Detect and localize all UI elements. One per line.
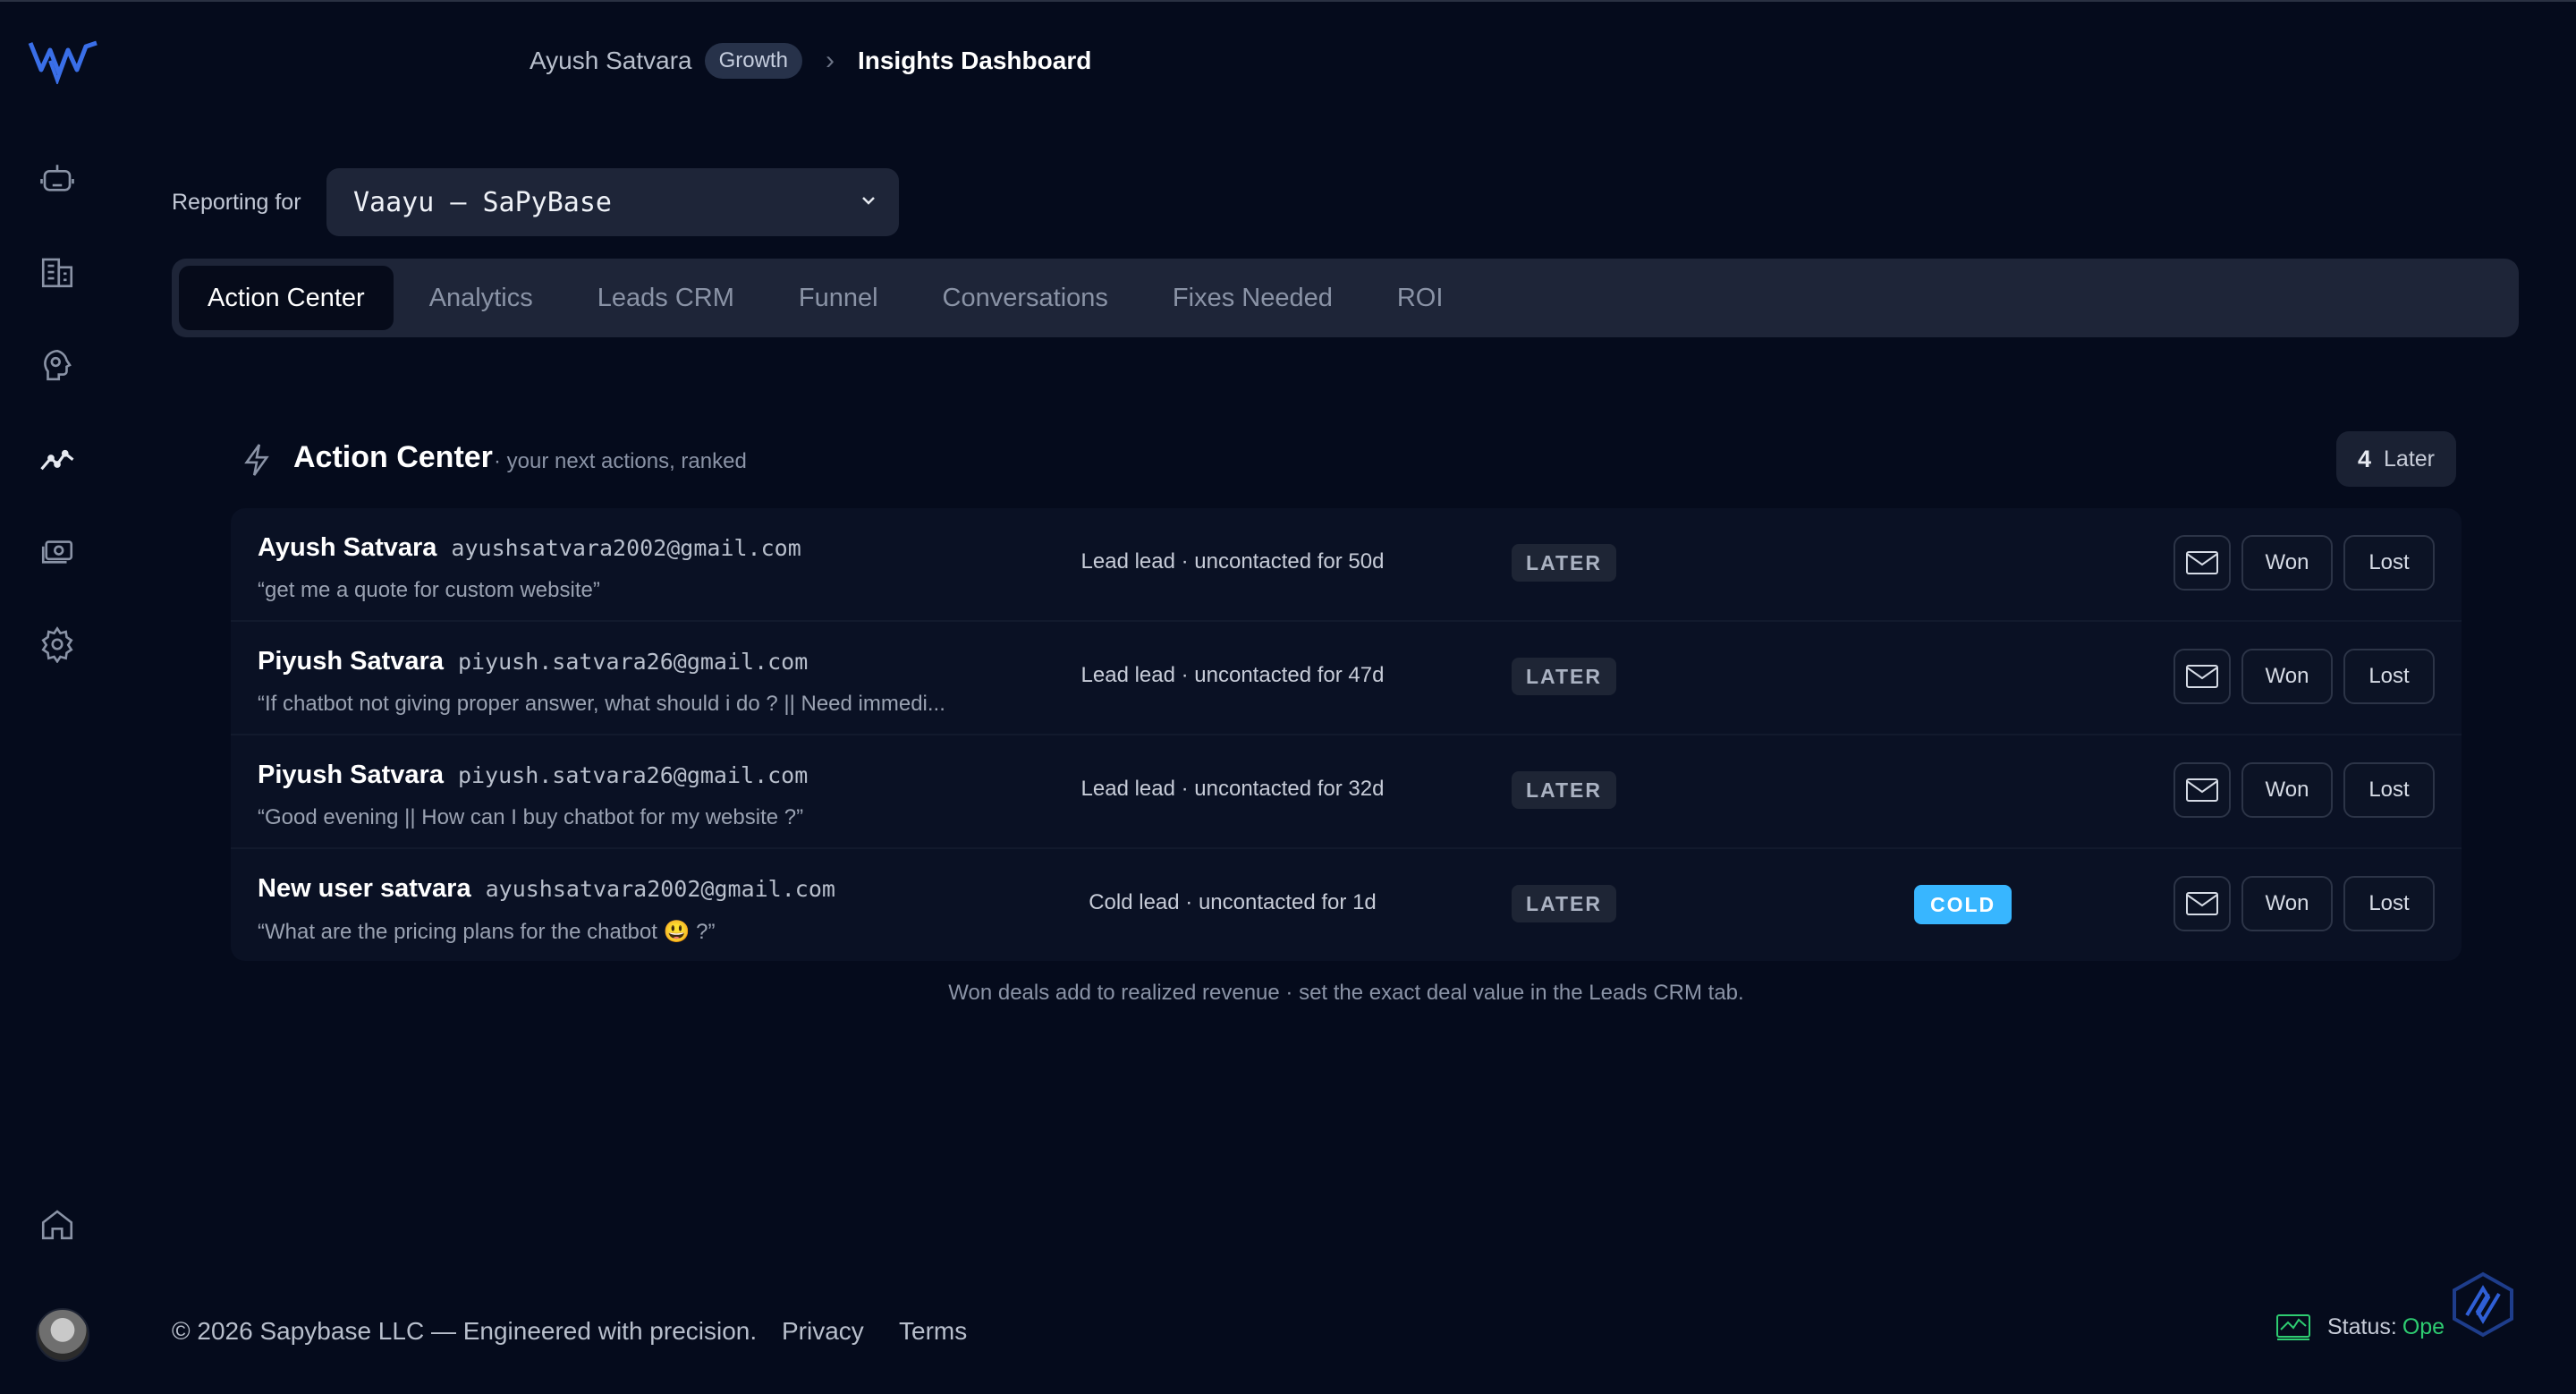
- tab-roi[interactable]: ROI: [1368, 266, 1472, 330]
- won-button[interactable]: Won: [2241, 876, 2333, 931]
- mail-icon: [2186, 665, 2218, 688]
- page-title: Insights Dashboard: [857, 47, 1092, 74]
- lost-button[interactable]: Lost: [2343, 876, 2435, 931]
- action-center-title: Action Center: [293, 440, 493, 474]
- chevron-down-icon: [862, 197, 875, 205]
- settings-icon[interactable]: [34, 621, 80, 667]
- lead-name: Ayush Satvara: [258, 533, 437, 562]
- cold-badge: COLD: [1914, 885, 2012, 924]
- lead-status: Lead lead · uncontacted for 50d: [1080, 549, 1385, 574]
- system-status[interactable]: Status: Ope: [2275, 1313, 2445, 1340]
- plan-badge: Growth: [704, 43, 802, 79]
- trend-chart-icon[interactable]: [34, 435, 80, 481]
- action-center-subtitle: · your next actions, ranked: [494, 449, 747, 473]
- lead-email: ayushsatvara2002@gmail.com: [485, 876, 835, 902]
- lead-quote: “Good evening || How can I buy chatbot f…: [258, 805, 804, 829]
- won-button[interactable]: Won: [2241, 762, 2333, 818]
- action-center-header: Action Center · your next actions, ranke…: [242, 429, 2456, 489]
- action-list: Ayush Satvara ayushsatvara2002@gmail.com …: [231, 508, 2462, 961]
- lost-button[interactable]: Lost: [2343, 762, 2435, 818]
- tab-bar: Action Center Analytics Leads CRM Funnel…: [172, 259, 2519, 337]
- chevron-right-icon: ›: [825, 46, 835, 75]
- action-row: Ayush Satvara ayushsatvara2002@gmail.com …: [231, 508, 2462, 622]
- later-badge: LATER: [1512, 885, 1616, 922]
- lead-status: Lead lead · uncontacted for 32d: [1080, 777, 1385, 801]
- email-button[interactable]: [2174, 762, 2231, 818]
- lead-email: piyush.satvara26@gmail.com: [457, 649, 809, 675]
- building-icon[interactable]: [34, 249, 80, 295]
- mail-icon: [2186, 551, 2218, 574]
- lead-quote: “get me a quote for custom website”: [258, 578, 600, 602]
- user-avatar[interactable]: [36, 1308, 89, 1362]
- tab-fixes-needed[interactable]: Fixes Needed: [1144, 266, 1361, 330]
- lead-email: piyush.satvara26@gmail.com: [457, 762, 809, 788]
- sidebar: [0, 2, 116, 1394]
- breadcrumb-user[interactable]: Ayush Satvara: [530, 47, 692, 75]
- later-label: Later: [2384, 446, 2435, 472]
- later-badge: LATER: [1512, 544, 1616, 582]
- reporting-label: Reporting for: [172, 190, 301, 215]
- lead-quote: “What are the pricing plans for the chat…: [258, 920, 716, 944]
- brain-icon[interactable]: [34, 342, 80, 388]
- action-row: Piyush Satvara piyush.satvara26@gmail.com…: [231, 735, 2462, 849]
- lead-name: Piyush Satvara: [258, 647, 444, 676]
- help-fab-icon[interactable]: [2447, 1269, 2519, 1340]
- action-row: New user satvara ayushsatvara2002@gmail.c…: [231, 849, 2462, 961]
- mail-icon: [2186, 778, 2218, 802]
- lead-status: Lead lead · uncontacted for 47d: [1080, 663, 1385, 687]
- reporting-select[interactable]: Vaayu — SaPyBase: [326, 168, 899, 236]
- privacy-link[interactable]: Privacy: [782, 1317, 864, 1346]
- money-icon[interactable]: [34, 528, 80, 574]
- lead-name: Piyush Satvara: [258, 761, 444, 789]
- status-monitor-icon: [2276, 1314, 2310, 1340]
- action-row: Piyush Satvara piyush.satvara26@gmail.com…: [231, 622, 2462, 735]
- action-center-footnote: Won deals add to realized revenue · set …: [948, 981, 1744, 1005]
- breadcrumb: Ayush Satvara Growth › Insights Dashboar…: [530, 41, 1091, 81]
- lead-name: New user satvara: [258, 874, 471, 903]
- terms-link[interactable]: Terms: [899, 1317, 967, 1346]
- later-filter-pill[interactable]: 4 Later: [2335, 431, 2456, 487]
- won-button[interactable]: Won: [2241, 535, 2333, 591]
- lead-status: Cold lead · uncontacted for 1d: [1089, 890, 1377, 914]
- lead-quote: “If chatbot not giving proper answer, wh…: [258, 692, 945, 716]
- tab-action-center[interactable]: Action Center: [179, 266, 394, 330]
- later-badge: LATER: [1512, 771, 1616, 809]
- lost-button[interactable]: Lost: [2343, 535, 2435, 591]
- email-button[interactable]: [2174, 649, 2231, 704]
- bolt-icon: [244, 444, 269, 476]
- tab-leads-crm[interactable]: Leads CRM: [569, 266, 763, 330]
- email-button[interactable]: [2174, 876, 2231, 931]
- lost-button[interactable]: Lost: [2343, 649, 2435, 704]
- footer-copyright: © 2026 Sapybase LLC — Engineered with pr…: [172, 1317, 758, 1345]
- tab-conversations[interactable]: Conversations: [914, 266, 1137, 330]
- tab-funnel[interactable]: Funnel: [770, 266, 907, 330]
- status-label: Status:: [2327, 1313, 2397, 1339]
- status-value: Ope: [2402, 1313, 2445, 1339]
- home-icon[interactable]: [34, 1201, 80, 1247]
- later-badge: LATER: [1512, 658, 1616, 695]
- won-button[interactable]: Won: [2241, 649, 2333, 704]
- later-count: 4: [2357, 445, 2372, 472]
- tab-analytics[interactable]: Analytics: [401, 266, 562, 330]
- brand-logo[interactable]: [27, 34, 102, 84]
- bot-icon[interactable]: [34, 156, 80, 202]
- lead-email: ayushsatvara2002@gmail.com: [451, 535, 801, 561]
- email-button[interactable]: [2174, 535, 2231, 591]
- mail-icon: [2186, 892, 2218, 915]
- reporting-select-value: Vaayu — SaPyBase: [353, 186, 612, 218]
